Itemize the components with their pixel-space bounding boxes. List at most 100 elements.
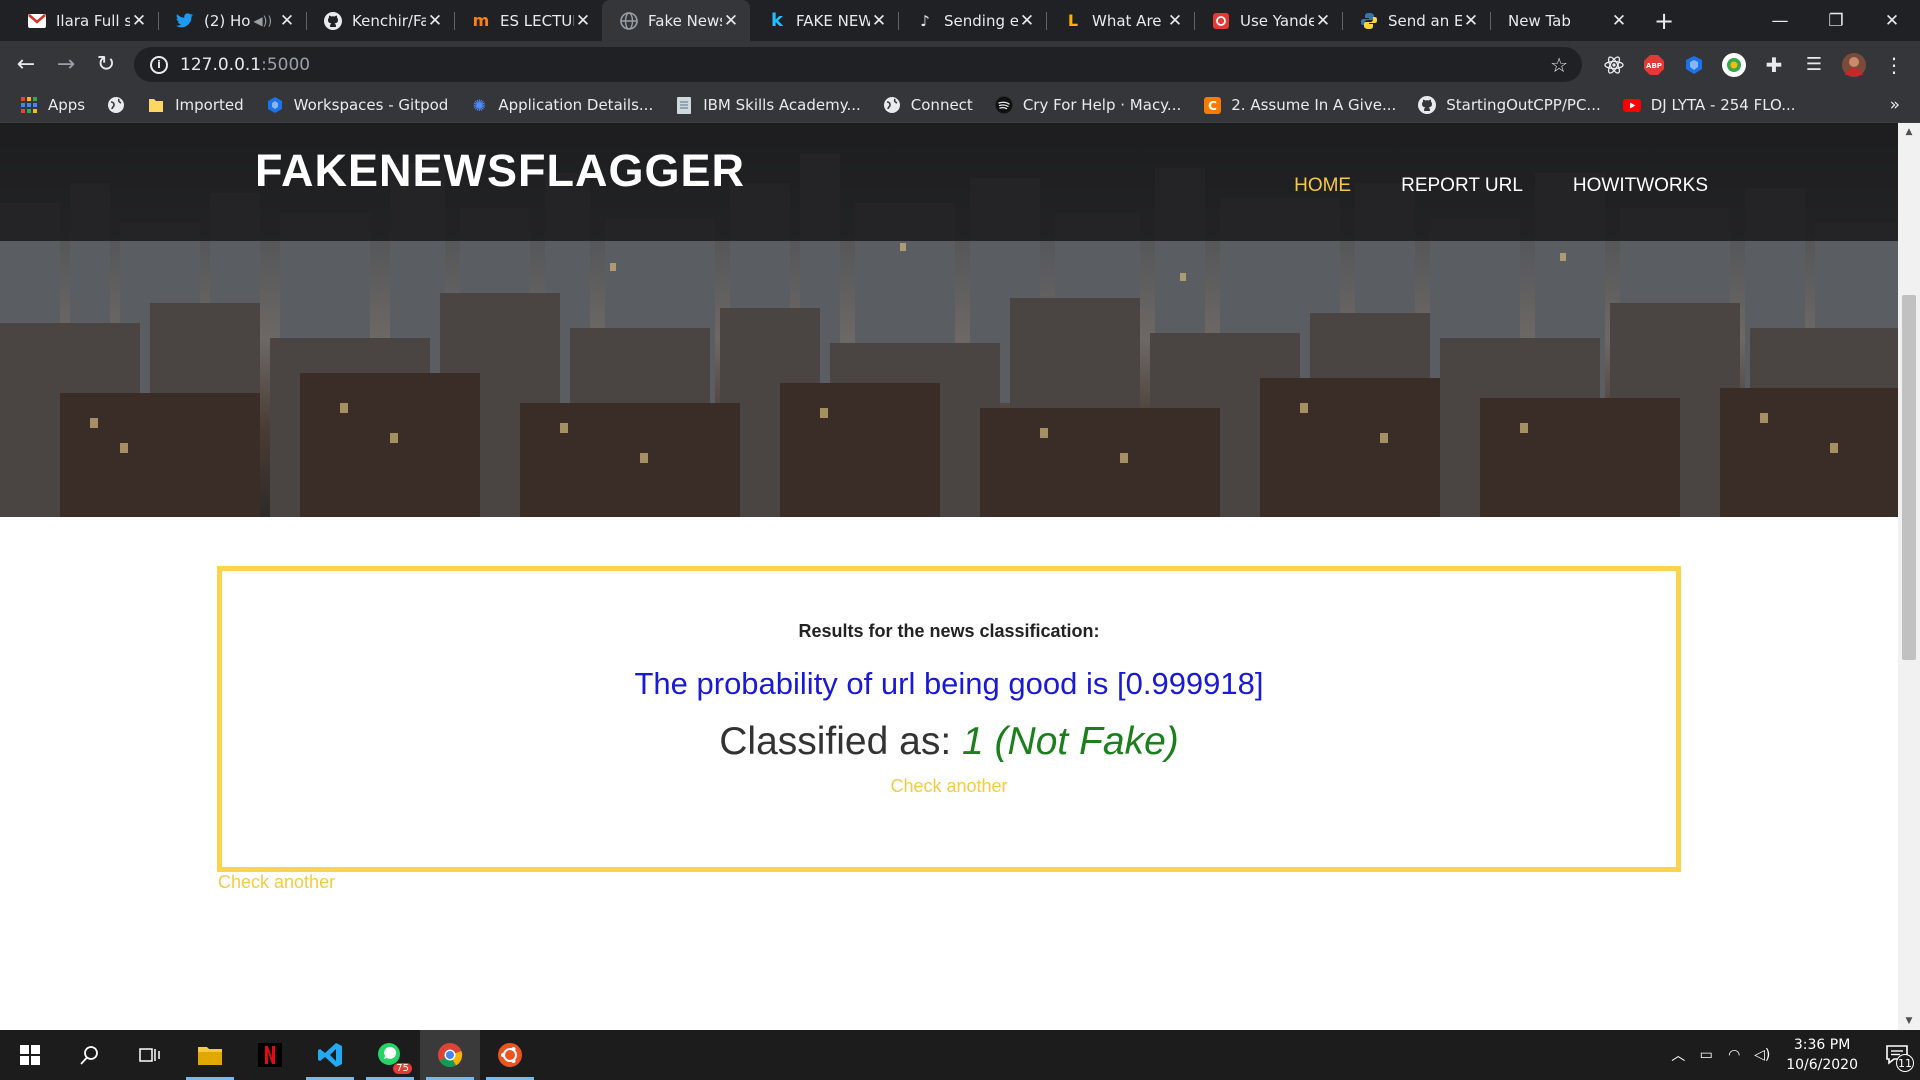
page-scrollbar[interactable]: ▲ ▼ <box>1898 123 1920 1030</box>
system-tray: ︿ ▭ ◠ ◁) 3:36 PM 10/6/2020 11 <box>1664 1030 1920 1080</box>
ubuntu-icon <box>498 1043 522 1067</box>
close-icon[interactable]: ✕ <box>426 11 444 31</box>
tab-yandex[interactable]: Use Yande ✕ <box>1194 0 1342 41</box>
battery-icon[interactable]: ▭ <box>1692 1047 1720 1063</box>
close-icon[interactable]: ✕ <box>870 11 888 31</box>
coursera-icon: C <box>1203 96 1221 114</box>
chrome-button[interactable] <box>420 1030 480 1080</box>
adblock-icon[interactable]: ABP <box>1634 45 1674 85</box>
volume-icon[interactable]: ◁) <box>1748 1047 1776 1063</box>
search-button[interactable] <box>60 1030 120 1080</box>
file-explorer-button[interactable] <box>180 1030 240 1080</box>
globe-icon <box>883 96 901 114</box>
bookmark-label: DJ LYTA - 254 FLO... <box>1650 96 1796 114</box>
scrollbar-thumb[interactable] <box>1902 295 1916 660</box>
puzzle-extensions-icon[interactable]: ✚ <box>1754 45 1794 85</box>
twitter-icon <box>176 12 194 30</box>
bookmark-assume[interactable]: C 2. Assume In A Give... <box>1203 96 1396 114</box>
tab-twitter[interactable]: (2) Ho ◀)) ✕ <box>158 0 306 41</box>
close-icon[interactable]: ✕ <box>722 11 740 31</box>
bookmark-globe[interactable] <box>107 96 125 114</box>
shield-extension-icon[interactable] <box>1674 45 1714 85</box>
media-queue-icon[interactable]: ☰ <box>1794 45 1834 85</box>
whatsapp-button[interactable]: 75 <box>360 1030 420 1080</box>
tab-sending[interactable]: ♪ Sending e ✕ <box>898 0 1046 41</box>
search-icon <box>80 1046 98 1065</box>
chevron-up-icon[interactable]: ︿ <box>1664 1045 1692 1065</box>
back-button[interactable]: ← <box>6 45 46 85</box>
tab-title: (2) Ho <box>204 11 251 30</box>
nav-report-url-link[interactable]: REPORT URL <box>1401 175 1523 197</box>
check-another-link[interactable]: Check another <box>222 776 1676 797</box>
bookmark-label: Connect <box>910 96 973 114</box>
task-view-button[interactable] <box>120 1030 180 1080</box>
react-devtools-icon[interactable] <box>1594 45 1634 85</box>
svg-text:ABP: ABP <box>1646 62 1662 70</box>
bookmark-dj-lyta[interactable]: DJ LYTA - 254 FLO... <box>1622 96 1796 114</box>
reload-button[interactable]: ↻ <box>86 45 126 85</box>
tab-github[interactable]: Kenchir/Fa ✕ <box>306 0 454 41</box>
bookmark-startingoutcpp[interactable]: StartingOutCPP/PC... <box>1418 96 1601 114</box>
tab-fake-news[interactable]: Fake News ✕ <box>602 0 750 41</box>
tab-kaggle[interactable]: k FAKE NEW ✕ <box>750 0 898 41</box>
menu-kebab-icon[interactable]: ⋮ <box>1874 45 1914 85</box>
bookmark-imported[interactable]: Imported <box>147 96 244 114</box>
tab-moodle[interactable]: m ES LECTUR ✕ <box>454 0 602 41</box>
avatar[interactable] <box>1834 45 1874 85</box>
close-icon[interactable]: ✕ <box>574 11 592 31</box>
bookmarks-overflow-button[interactable]: » <box>1890 95 1900 115</box>
forward-button[interactable]: → <box>46 45 86 85</box>
scroll-up-arrow-icon[interactable]: ▲ <box>1898 123 1920 141</box>
address-bar[interactable]: i 127.0.0.1:5000 ☆ <box>134 47 1582 82</box>
tab-title: What Are <box>1092 11 1162 30</box>
vscode-button[interactable] <box>300 1030 360 1080</box>
tab-gmail[interactable]: Ilara Full s ✕ <box>10 0 158 41</box>
speaker-icon[interactable]: ◀)) <box>253 14 272 28</box>
close-icon[interactable]: ✕ <box>1166 11 1184 31</box>
bookmark-apps[interactable]: Apps <box>20 96 85 114</box>
close-window-button[interactable]: ✕ <box>1864 0 1920 41</box>
browser-toolbar: ← → ↻ i 127.0.0.1:5000 ☆ ABP ✚ ☰ ⋮ <box>0 41 1920 88</box>
site-logo[interactable]: FAKENEWSFLAGGER <box>255 145 745 197</box>
minimize-button[interactable]: — <box>1752 0 1808 41</box>
info-icon[interactable]: i <box>150 55 168 74</box>
close-icon[interactable]: ✕ <box>1314 11 1332 31</box>
nav-home-link[interactable]: HOME <box>1294 175 1351 197</box>
tab-python[interactable]: Send an E ✕ <box>1342 0 1490 41</box>
bookmark-connect[interactable]: Connect <box>883 96 973 114</box>
bookmark-star-icon[interactable]: ☆ <box>1550 53 1568 77</box>
bookmark-gitpod[interactable]: Workspaces - Gitpod <box>266 96 448 114</box>
close-icon[interactable]: ✕ <box>130 11 148 31</box>
tab-what-are[interactable]: L What Are ✕ <box>1046 0 1194 41</box>
start-button[interactable] <box>0 1030 60 1080</box>
colorful-extension-icon[interactable] <box>1714 45 1754 85</box>
restore-button[interactable]: ❐ <box>1808 0 1864 41</box>
close-icon[interactable]: ✕ <box>1610 11 1628 31</box>
new-tab-button[interactable]: + <box>1644 0 1684 41</box>
bookmark-label: 2. Assume In A Give... <box>1231 96 1397 114</box>
close-icon[interactable]: ✕ <box>1018 11 1036 31</box>
gmail-icon <box>28 12 46 30</box>
address-url[interactable]: 127.0.0.1:5000 <box>180 55 310 75</box>
tab-new-tab[interactable]: New Tab ✕ <box>1490 0 1638 41</box>
url-host: 127.0.0.1 <box>180 54 262 75</box>
result-panel: Results for the news classification: The… <box>217 566 1681 872</box>
url-port: :5000 <box>261 54 311 75</box>
ubuntu-button[interactable] <box>480 1030 540 1080</box>
tab-title: Fake News <box>648 11 722 30</box>
close-icon[interactable]: ✕ <box>1462 11 1480 31</box>
nav-howitworks-link[interactable]: HOWITWORKS <box>1573 175 1708 197</box>
action-center-button[interactable]: 11 <box>1874 1030 1920 1080</box>
clock[interactable]: 3:36 PM 10/6/2020 <box>1786 1035 1858 1075</box>
netflix-button[interactable] <box>240 1030 300 1080</box>
wifi-icon[interactable]: ◠ <box>1720 1047 1748 1063</box>
scroll-down-arrow-icon[interactable]: ▼ <box>1898 1012 1920 1030</box>
bookmark-cry-for-help[interactable]: Cry For Help · Macy... <box>995 96 1181 114</box>
bookmark-label: Application Details... <box>498 96 654 114</box>
close-icon[interactable]: ✕ <box>278 11 296 31</box>
clock-date: 10/6/2020 <box>1786 1057 1858 1073</box>
bookmark-application-details[interactable]: ✺ Application Details... <box>470 96 654 115</box>
gitpod-icon <box>266 96 284 114</box>
check-another-link-secondary[interactable]: Check another <box>218 872 335 893</box>
bookmark-ibm-skills[interactable]: IBM Skills Academy... <box>675 96 861 114</box>
